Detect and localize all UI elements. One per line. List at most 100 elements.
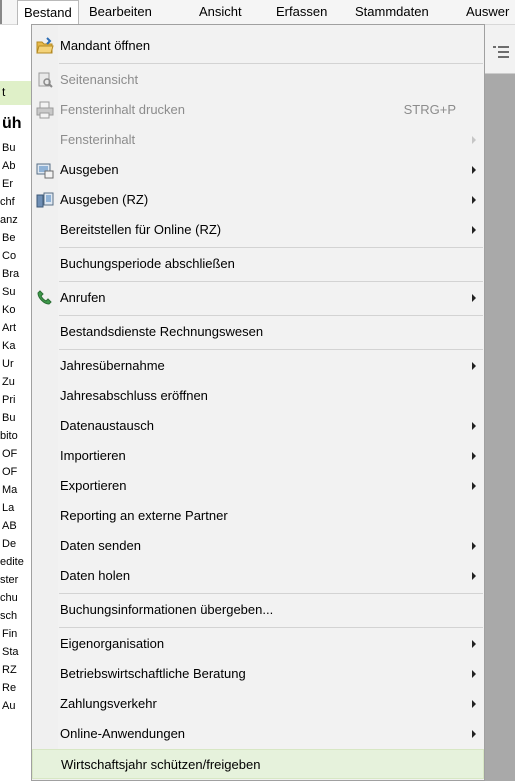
bg-row: Zu	[2, 376, 15, 388]
menu-item-ausgeben[interactable]: Ausgeben	[32, 155, 484, 185]
menu-separator	[59, 247, 483, 248]
menu-item-zahlungsverkehr[interactable]: Zahlungsverkehr	[32, 689, 484, 719]
menu-separator	[59, 281, 483, 282]
menu-item-reporting-externe-partner[interactable]: Reporting an externe Partner	[32, 501, 484, 531]
bg-row: OF	[2, 448, 18, 460]
bg-row: Ka	[2, 340, 16, 352]
bg-row: Pri	[2, 394, 16, 406]
submenu-arrow-icon	[472, 136, 476, 144]
menu-item-label: Wirtschaftsjahr schützen/freigeben	[61, 757, 261, 772]
menu-item-label: Fensterinhalt	[60, 132, 136, 147]
bg-row: ster	[0, 574, 19, 586]
menu-auswertungen[interactable]: Auswer	[466, 0, 509, 24]
bg-row: bito	[0, 430, 18, 442]
menu-item-label: Importieren	[60, 448, 126, 463]
menu-item-label: Betriebswirtschaftliche Beratung	[60, 666, 246, 681]
menu-stammdaten[interactable]: Stammdaten	[355, 0, 429, 24]
bg-row: De	[2, 538, 17, 550]
bg-row: OF	[2, 466, 18, 478]
bg-row: AB	[2, 520, 17, 532]
bg-row: Au	[2, 700, 16, 712]
menu-item-anrufen[interactable]: Anrufen	[32, 283, 484, 313]
menu-item-label: Buchungsperiode abschließen	[60, 256, 235, 271]
output-icon	[36, 163, 54, 179]
menu-item-jahresabschluss-eroeffnen[interactable]: Jahresabschluss eröffnen	[32, 381, 484, 411]
menu-item-label: Mandant öffnen	[60, 38, 151, 53]
menu-item-online-anwendungen[interactable]: Online-Anwendungen	[32, 719, 484, 749]
menu-erfassen[interactable]: Erfassen	[276, 0, 327, 24]
bg-row: edite	[0, 556, 24, 568]
menu-item-daten-senden[interactable]: Daten senden	[32, 531, 484, 561]
submenu-arrow-icon	[472, 670, 476, 678]
submenu-arrow-icon	[472, 700, 476, 708]
menu-item-wirtschaftsjahr-schuetzen-freigeben[interactable]: Wirtschaftsjahr schützen/freigeben	[32, 749, 484, 779]
menu-item-label: Reporting an externe Partner	[60, 508, 228, 523]
menu-item-label: Ausgeben (RZ)	[60, 192, 149, 207]
menu-separator	[59, 593, 483, 594]
submenu-arrow-icon	[472, 452, 476, 460]
shortcut-label: STRG+P	[403, 102, 456, 117]
menu-separator	[59, 349, 483, 350]
menu-item-buchungsinformationen-uebergeben[interactable]: Buchungsinformationen übergeben...	[32, 595, 484, 625]
submenu-arrow-icon	[472, 482, 476, 490]
bg-row: Bu	[2, 412, 16, 424]
bg-row: üh	[2, 115, 22, 132]
list-indent-icon[interactable]	[493, 45, 509, 59]
bg-row: Co	[2, 250, 17, 262]
submenu-arrow-icon	[472, 294, 476, 302]
bg-row: Ko	[2, 304, 16, 316]
menu-item-exportieren[interactable]: Exportieren	[32, 471, 484, 501]
submenu-arrow-icon	[472, 362, 476, 370]
menu-item-bestandsdienste-rechnungswesen[interactable]: Bestandsdienste Rechnungswesen	[32, 317, 484, 347]
submenu-arrow-icon	[472, 542, 476, 550]
menu-item-jahresuebernahme[interactable]: Jahresübernahme	[32, 351, 484, 381]
menu-item-label: Online-Anwendungen	[60, 726, 186, 741]
folder-open-icon	[36, 37, 54, 54]
menu-item-label: Eigenorganisation	[60, 636, 165, 651]
bg-row: Bu	[2, 142, 16, 154]
menu-item-label: Exportieren	[60, 478, 127, 493]
submenu-arrow-icon	[472, 730, 476, 738]
menu-item-importieren[interactable]: Importieren	[32, 441, 484, 471]
bg-row: Be	[2, 232, 16, 244]
print-preview-icon	[38, 72, 53, 88]
bg-row: t	[2, 85, 6, 99]
menu-bestand[interactable]: Bestand	[17, 0, 79, 25]
menu-item-label: Zahlungsverkehr	[60, 696, 157, 711]
bestand-dropdown-menu: Mandant öffnen Seitenansicht Fensterinha…	[31, 24, 485, 781]
bg-row: Ab	[2, 160, 16, 172]
menu-item-label: Buchungsinformationen übergeben...	[60, 602, 274, 617]
bg-row: Ma	[2, 484, 18, 496]
printer-icon	[36, 101, 54, 119]
menu-item-bereitstellen-online-rz[interactable]: Bereitstellen für Online (RZ)	[32, 215, 484, 245]
menu-ansicht[interactable]: Ansicht	[199, 0, 242, 24]
menu-item-mandant-oeffnen[interactable]: Mandant öffnen	[32, 31, 484, 61]
bg-row: sch	[0, 610, 18, 622]
background-toolbar	[485, 25, 515, 74]
menu-item-daten-holen[interactable]: Daten holen	[32, 561, 484, 591]
menu-item-datenaustausch[interactable]: Datenaustausch	[32, 411, 484, 441]
menu-item-eigenorganisation[interactable]: Eigenorganisation	[32, 629, 484, 659]
submenu-arrow-icon	[472, 640, 476, 648]
bg-row: Er	[2, 178, 13, 190]
menu-item-buchungsperiode-abschliessen[interactable]: Buchungsperiode abschließen	[32, 249, 484, 279]
menu-item-label: Jahresübernahme	[60, 358, 165, 373]
menu-item-label: Bestandsdienste Rechnungswesen	[60, 324, 264, 339]
bg-row: Su	[2, 286, 16, 298]
menu-item-label: Anrufen	[60, 290, 106, 305]
menu-item-fensterinhalt[interactable]: Fensterinhalt	[32, 125, 484, 155]
background-navigation-panel: t üh Bu Ab Er chf anz Be Co Bra Su Ko Ar…	[0, 25, 32, 781]
menu-item-ausgeben-rz[interactable]: Ausgeben (RZ)	[32, 185, 484, 215]
menu-item-seitenansicht[interactable]: Seitenansicht	[32, 65, 484, 95]
menu-item-betriebswirtschaftliche-beratung[interactable]: Betriebswirtschaftliche Beratung	[32, 659, 484, 689]
submenu-arrow-icon	[472, 226, 476, 234]
menu-item-label: Daten senden	[60, 538, 141, 553]
bg-row: chf	[0, 196, 15, 208]
bg-row: La	[2, 502, 15, 514]
bg-row: Ur	[2, 358, 14, 370]
menu-item-label: Bereitstellen für Online (RZ)	[60, 222, 222, 237]
output-rz-icon	[36, 192, 54, 208]
menu-bearbeiten[interactable]: Bearbeiten	[89, 0, 152, 24]
menu-item-fensterinhalt-drucken[interactable]: Fensterinhalt drucken STRG+P	[32, 95, 484, 125]
background-content-area	[485, 25, 515, 781]
